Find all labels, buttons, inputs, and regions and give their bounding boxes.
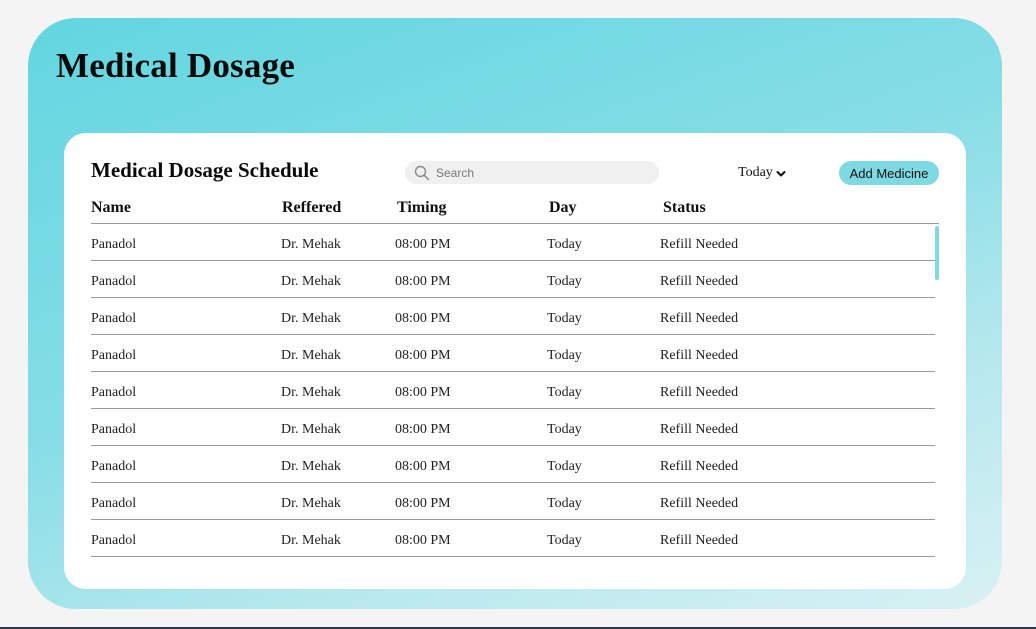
cell-timing: 08:00 PM <box>395 533 451 548</box>
cell-day: Today <box>547 311 582 326</box>
cell-day: Today <box>547 496 582 511</box>
cell-name: Panadol <box>91 422 137 437</box>
cell-name: Panadol <box>91 348 137 363</box>
cell-name: Panadol <box>91 533 137 548</box>
cell-name: Panadol <box>91 274 137 289</box>
table-body[interactable]: Panadol Dr. Mehak 08:00 PM Today Refill … <box>91 224 935 557</box>
cell-status: Refill Needed <box>660 533 739 548</box>
cell-status: Refill Needed <box>660 274 739 289</box>
table-row[interactable]: Panadol Dr. Mehak 08:00 PM Today Refill … <box>91 224 935 261</box>
cell-timing: 08:00 PM <box>395 237 451 252</box>
cell-timing: 08:00 PM <box>395 348 451 363</box>
table-scrollbar[interactable] <box>935 226 939 280</box>
search-icon <box>414 165 430 181</box>
day-filter-dropdown[interactable]: Today <box>738 162 786 184</box>
cell-status: Refill Needed <box>660 237 739 252</box>
cell-day: Today <box>547 274 582 289</box>
cell-referred: Dr. Mehak <box>281 274 341 289</box>
day-filter-value: Today <box>738 165 773 180</box>
chevron-down-icon <box>776 170 786 178</box>
cell-day: Today <box>547 422 582 437</box>
cell-referred: Dr. Mehak <box>281 459 341 474</box>
cell-name: Panadol <box>91 385 137 400</box>
cell-timing: 08:00 PM <box>395 311 451 326</box>
cell-referred: Dr. Mehak <box>281 311 341 326</box>
cell-status: Refill Needed <box>660 496 739 511</box>
column-header-referred[interactable]: Reffered <box>282 199 341 217</box>
cell-referred: Dr. Mehak <box>281 348 341 363</box>
cell-status: Refill Needed <box>660 311 739 326</box>
cell-timing: 08:00 PM <box>395 385 451 400</box>
column-header-name[interactable]: Name <box>91 199 131 217</box>
table-row[interactable]: Panadol Dr. Mehak 08:00 PM Today Refill … <box>91 483 935 520</box>
table-row[interactable]: Panadol Dr. Mehak 08:00 PM Today Refill … <box>91 261 935 298</box>
cell-day: Today <box>547 533 582 548</box>
cell-timing: 08:00 PM <box>395 459 451 474</box>
cell-timing: 08:00 PM <box>395 496 451 511</box>
cell-name: Panadol <box>91 496 137 511</box>
cell-status: Refill Needed <box>660 348 739 363</box>
add-medicine-button[interactable]: Add Medicine <box>839 161 939 185</box>
schedule-title: Medical Dosage Schedule <box>91 158 319 182</box>
schedule-card: Medical Dosage Schedule Today Add Medici… <box>64 133 966 589</box>
cell-day: Today <box>547 237 582 252</box>
cell-timing: 08:00 PM <box>395 422 451 437</box>
cell-day: Today <box>547 459 582 474</box>
cell-timing: 08:00 PM <box>395 274 451 289</box>
cell-name: Panadol <box>91 311 137 326</box>
cell-name: Panadol <box>91 237 137 252</box>
search-box[interactable] <box>405 161 659 184</box>
cell-status: Refill Needed <box>660 459 739 474</box>
dashboard-panel: Medical Dosage Medical Dosage Schedule T… <box>28 18 1002 609</box>
table-row[interactable]: Panadol Dr. Mehak 08:00 PM Today Refill … <box>91 372 935 409</box>
cell-name: Panadol <box>91 459 137 474</box>
cell-status: Refill Needed <box>660 385 739 400</box>
cell-referred: Dr. Mehak <box>281 496 341 511</box>
cell-referred: Dr. Mehak <box>281 237 341 252</box>
table-row[interactable]: Panadol Dr. Mehak 08:00 PM Today Refill … <box>91 409 935 446</box>
cell-referred: Dr. Mehak <box>281 533 341 548</box>
table-row[interactable]: Panadol Dr. Mehak 08:00 PM Today Refill … <box>91 446 935 483</box>
page-title: Medical Dosage <box>56 46 295 85</box>
table-header: Name Reffered Timing Day Status <box>91 199 939 224</box>
cell-day: Today <box>547 348 582 363</box>
cell-referred: Dr. Mehak <box>281 422 341 437</box>
cell-referred: Dr. Mehak <box>281 385 341 400</box>
table-row[interactable]: Panadol Dr. Mehak 08:00 PM Today Refill … <box>91 335 935 372</box>
cell-day: Today <box>547 385 582 400</box>
column-header-status[interactable]: Status <box>663 199 706 217</box>
table-row[interactable]: Panadol Dr. Mehak 08:00 PM Today Refill … <box>91 298 935 335</box>
column-header-day[interactable]: Day <box>549 199 577 217</box>
cell-status: Refill Needed <box>660 422 739 437</box>
table-row[interactable]: Panadol Dr. Mehak 08:00 PM Today Refill … <box>91 520 935 557</box>
search-input[interactable] <box>436 165 646 180</box>
column-header-timing[interactable]: Timing <box>397 199 447 217</box>
